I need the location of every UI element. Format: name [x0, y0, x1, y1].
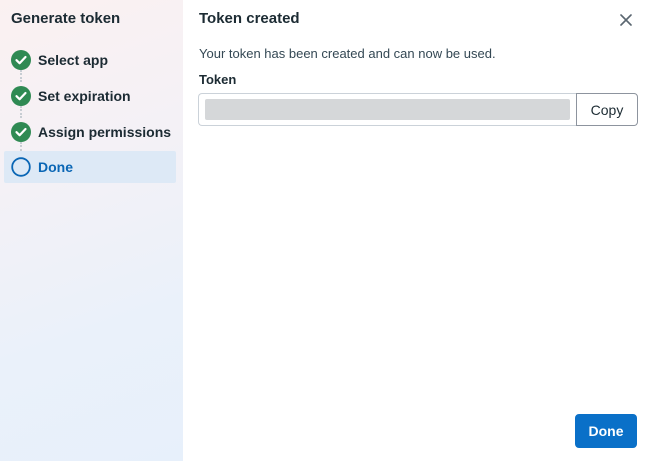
close-icon: [620, 14, 632, 26]
step-set-expiration[interactable]: Set expiration: [4, 80, 176, 112]
step-done[interactable]: Done: [4, 151, 176, 183]
step-label: Select app: [38, 52, 109, 68]
check-circle-icon: [11, 50, 31, 70]
step-assign-permissions[interactable]: Assign permissions: [4, 116, 176, 148]
step-label: Set expiration: [38, 88, 131, 104]
done-button[interactable]: Done: [575, 414, 637, 448]
token-description: Your token has been created and can now …: [199, 46, 496, 61]
token-field-label: Token: [199, 72, 237, 87]
stepper-title: Generate token: [11, 10, 121, 27]
step-label: Assign permissions: [38, 124, 172, 140]
circle-outline-icon: [11, 157, 31, 177]
token-value-redacted: [205, 99, 570, 120]
check-circle-icon: [11, 122, 31, 142]
dialog-title: Token created: [199, 10, 300, 27]
step-label: Done: [38, 159, 73, 175]
main-panel: Token created Your token has been create…: [183, 0, 648, 461]
stepper-sidebar: Generate token Select app Set expiration…: [0, 0, 183, 461]
check-circle-icon: [11, 86, 31, 106]
step-select-app[interactable]: Select app: [4, 44, 176, 76]
close-button[interactable]: [618, 12, 634, 28]
generate-token-dialog: Generate token Select app Set expiration…: [0, 0, 648, 461]
copy-button[interactable]: Copy: [576, 93, 638, 126]
token-row: Copy: [198, 93, 638, 126]
token-field[interactable]: [198, 93, 576, 126]
